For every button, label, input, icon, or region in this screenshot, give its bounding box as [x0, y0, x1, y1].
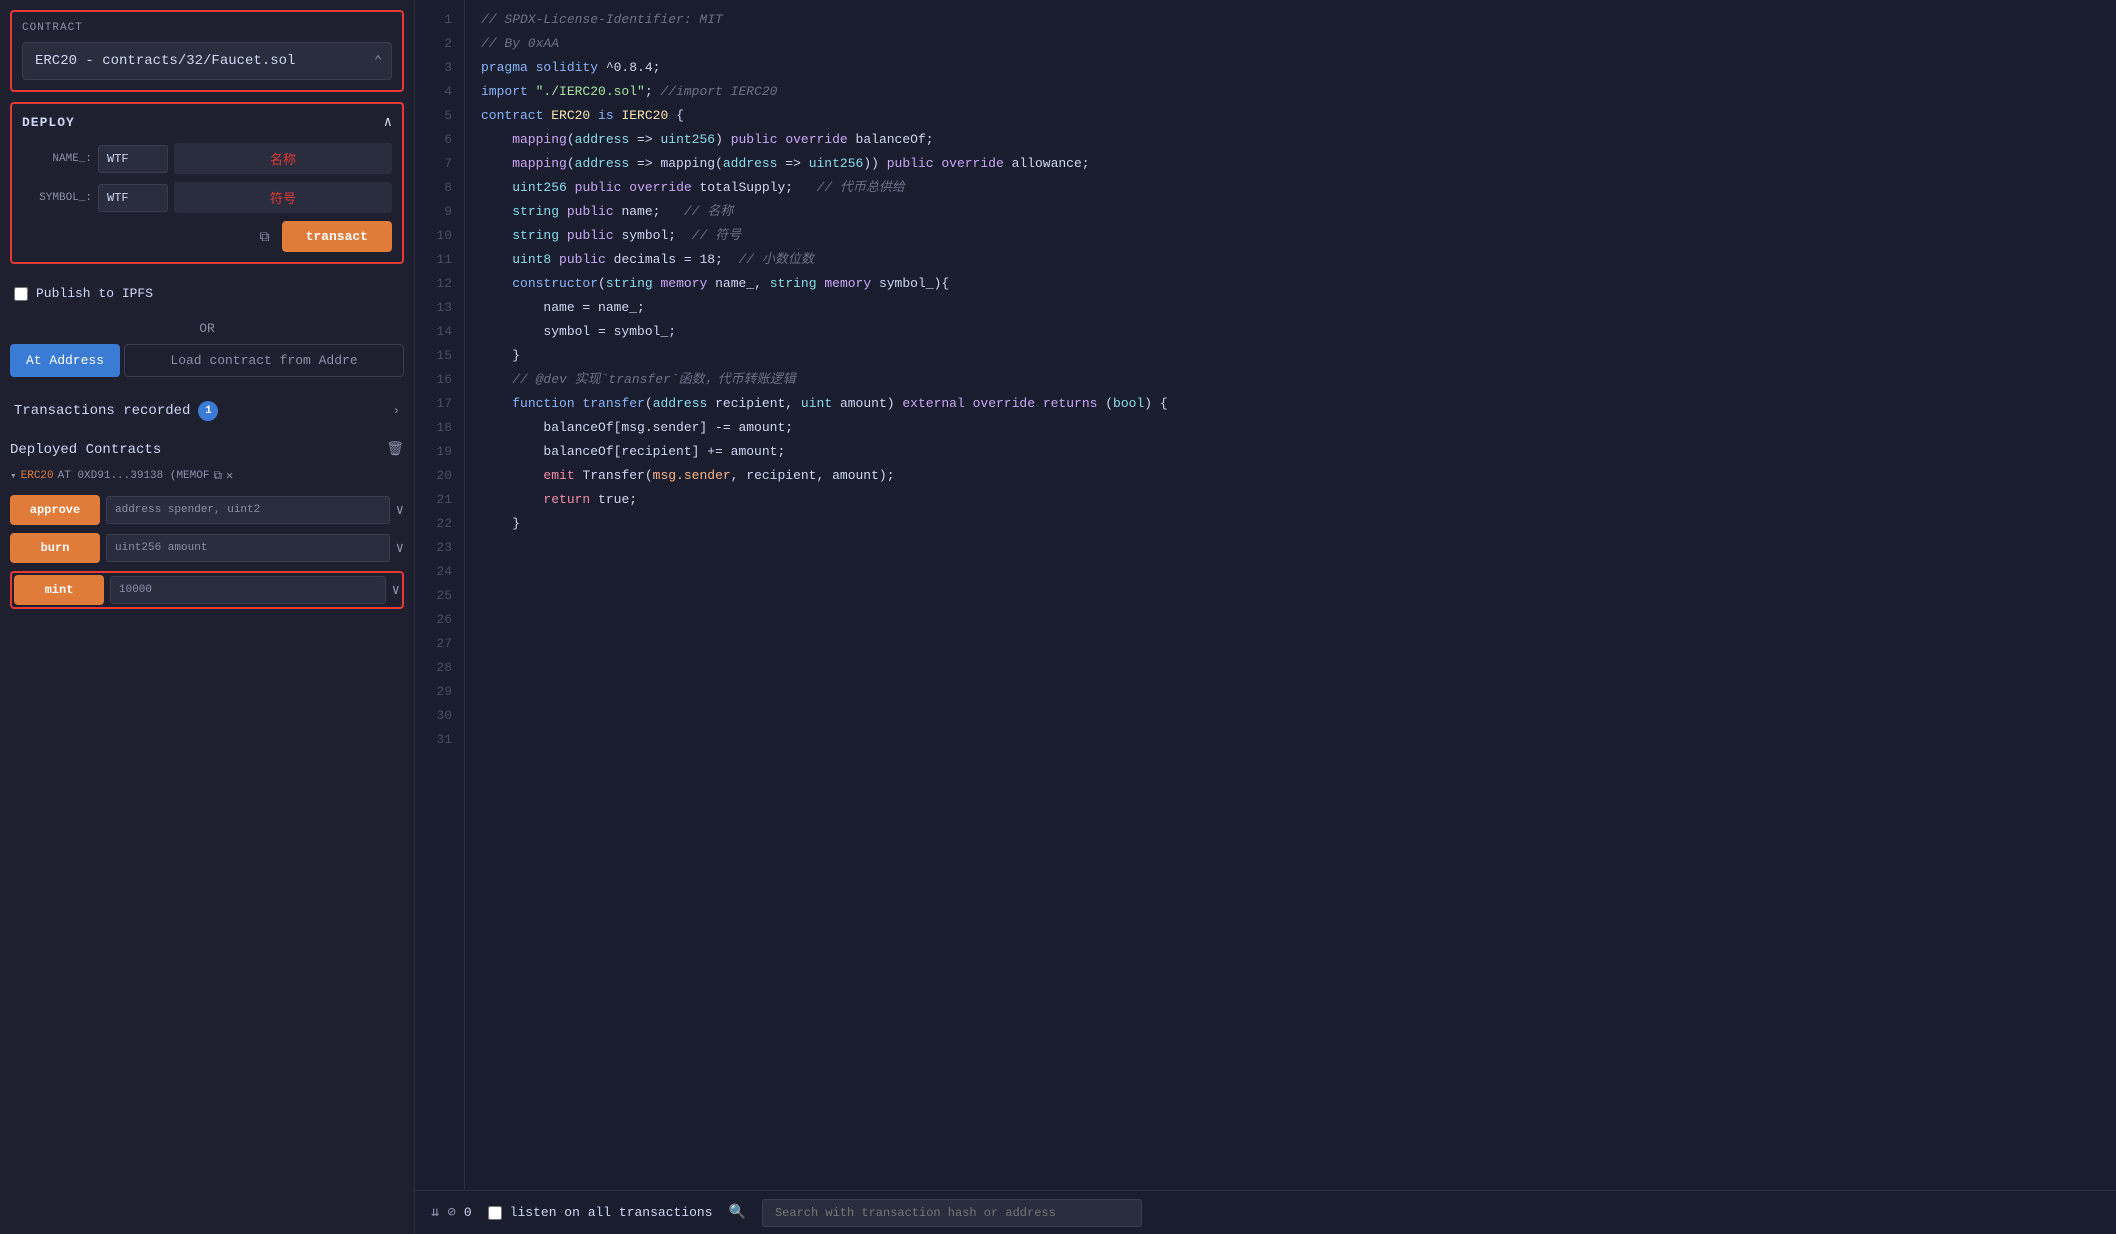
code-line: import "./IERC20.sol"; //import IERC20	[481, 80, 2100, 104]
listen-label: listen on all transactions	[510, 1205, 713, 1220]
code-line: string public symbol; // 符号	[481, 224, 2100, 248]
search-icon: 🔍	[729, 1204, 746, 1221]
code-line: constructor(string memory name_, string …	[481, 272, 2100, 296]
code-line: contract ERC20 is IERC20 {	[481, 104, 2100, 128]
trash-icon[interactable]: 🗑	[386, 441, 404, 458]
burn-button[interactable]: burn	[10, 533, 100, 563]
approve-button[interactable]: approve	[10, 495, 100, 525]
bottom-count: 0	[464, 1205, 472, 1220]
code-line: pragma solidity ^0.8.4;	[481, 56, 2100, 80]
bottom-icons: ⇊ ⊘ 0	[431, 1204, 472, 1221]
sidebar: CONTRACT ERC20 - contracts/32/Faucet.sol…	[0, 0, 415, 1234]
burn-input[interactable]	[106, 534, 390, 562]
deployed-contract-name: ERC20	[21, 470, 54, 482]
code-line: return true;	[481, 488, 2100, 512]
transactions-title: Transactions recorded	[14, 403, 190, 419]
code-area: 1234567891011121314151617181920212223242…	[415, 0, 2116, 1190]
bottom-bar: ⇊ ⊘ 0 listen on all transactions 🔍	[415, 1190, 2116, 1234]
at-address-tab[interactable]: At Address	[10, 344, 120, 377]
code-line: symbol = symbol_;	[481, 320, 2100, 344]
or-divider: OR	[10, 321, 404, 336]
deploy-chevron-icon[interactable]: ∧	[384, 114, 392, 131]
ipfs-label: Publish to IPFS	[36, 286, 153, 301]
deploy-header: DEPLOY ∧	[22, 114, 392, 131]
code-line: string public name; // 名称	[481, 200, 2100, 224]
code-content[interactable]: // SPDX-License-Identifier: MIT// By 0xA…	[465, 0, 2116, 1190]
contract-section: CONTRACT ERC20 - contracts/32/Faucet.sol…	[10, 10, 404, 92]
code-line: balanceOf[recipient] += amount;	[481, 440, 2100, 464]
deployed-header: Deployed Contracts 🗑	[10, 441, 404, 458]
code-line: function transfer(address recipient, uin…	[481, 392, 2100, 416]
bottom-listen: listen on all transactions	[488, 1205, 713, 1220]
double-chevron-icon[interactable]: ⇊	[431, 1204, 439, 1221]
search-input[interactable]	[762, 1199, 1142, 1227]
burn-method-row: burn ∨	[10, 533, 404, 563]
address-tabs: At Address Load contract from Addre	[10, 344, 404, 377]
symbol-field-row: SYMBOL_: 符号	[22, 182, 392, 213]
transactions-badge: 1	[198, 401, 218, 421]
contract-select-wrapper: ERC20 - contracts/32/Faucet.sol ⌃	[22, 42, 392, 80]
transact-button[interactable]: transact	[282, 221, 392, 252]
code-line: uint8 public decimals = 18; // 小数位数	[481, 248, 2100, 272]
deployed-title: Deployed Contracts	[10, 442, 161, 458]
load-contract-tab[interactable]: Load contract from Addre	[124, 344, 404, 377]
code-line: // SPDX-License-Identifier: MIT	[481, 8, 2100, 32]
deployed-contract-copy-icon[interactable]: ⧉	[213, 469, 222, 483]
code-line: mapping(address => mapping(address => ui…	[481, 152, 2100, 176]
mint-button[interactable]: mint	[14, 575, 104, 605]
transact-row: ⧉ transact	[22, 221, 392, 252]
code-line: balanceOf[msg.sender] -= amount;	[481, 416, 2100, 440]
approve-chevron-icon[interactable]: ∨	[396, 502, 404, 519]
transactions-left: Transactions recorded 1	[14, 401, 218, 421]
code-line: emit Transfer(msg.sender, recipient, amo…	[481, 464, 2100, 488]
approve-method-row: approve ∨	[10, 495, 404, 525]
code-line: // @dev 实现`transfer`函数，代币转账逻辑	[481, 368, 2100, 392]
listen-checkbox[interactable]	[488, 1206, 502, 1220]
code-line: }	[481, 344, 2100, 368]
deploy-section: DEPLOY ∧ NAME_: 名称 SYMBOL_: 符号 ⧉ transac…	[10, 102, 404, 264]
ipfs-checkbox[interactable]	[14, 287, 28, 301]
name-placeholder: 名称	[174, 143, 392, 174]
name-input[interactable]	[98, 145, 168, 173]
mint-method-row: mint ∨	[10, 571, 404, 609]
code-line: mapping(address => uint256) public overr…	[481, 128, 2100, 152]
mint-input[interactable]	[110, 576, 386, 604]
symbol-label: SYMBOL_:	[22, 192, 92, 204]
transactions-section[interactable]: Transactions recorded 1 ›	[10, 393, 404, 429]
editor-panel: 1234567891011121314151617181920212223242…	[415, 0, 2116, 1234]
deployed-contract-close-icon[interactable]: ✕	[226, 468, 233, 483]
burn-chevron-icon[interactable]: ∨	[396, 540, 404, 557]
ipfs-row: Publish to IPFS	[10, 286, 404, 301]
deploy-title: DEPLOY	[22, 115, 75, 130]
deployed-section: Deployed Contracts 🗑 ▾ ERC20 AT 0XD91...…	[10, 441, 404, 617]
deployed-contract-chevron-icon[interactable]: ▾	[10, 469, 17, 483]
line-numbers: 1234567891011121314151617181920212223242…	[415, 0, 465, 1190]
copy-deploy-button[interactable]: ⧉	[256, 224, 274, 249]
code-line: // By 0xAA	[481, 32, 2100, 56]
deployed-contract-address: AT 0XD91...39138 (MEMOF	[58, 470, 210, 482]
contract-label: CONTRACT	[22, 22, 392, 34]
mint-chevron-icon[interactable]: ∨	[392, 582, 400, 599]
code-line: name = name_;	[481, 296, 2100, 320]
name-field-row: NAME_: 名称	[22, 143, 392, 174]
symbol-input[interactable]	[98, 184, 168, 212]
code-line: }	[481, 512, 2100, 536]
no-entry-icon[interactable]: ⊘	[447, 1204, 455, 1221]
code-line: uint256 public override totalSupply; // …	[481, 176, 2100, 200]
contract-select[interactable]: ERC20 - contracts/32/Faucet.sol	[22, 42, 392, 80]
approve-input[interactable]	[106, 496, 390, 524]
transactions-chevron-icon: ›	[393, 404, 400, 418]
name-label: NAME_:	[22, 153, 92, 165]
deployed-contract-row: ▾ ERC20 AT 0XD91...39138 (MEMOF ⧉ ✕	[10, 468, 404, 483]
symbol-placeholder: 符号	[174, 182, 392, 213]
